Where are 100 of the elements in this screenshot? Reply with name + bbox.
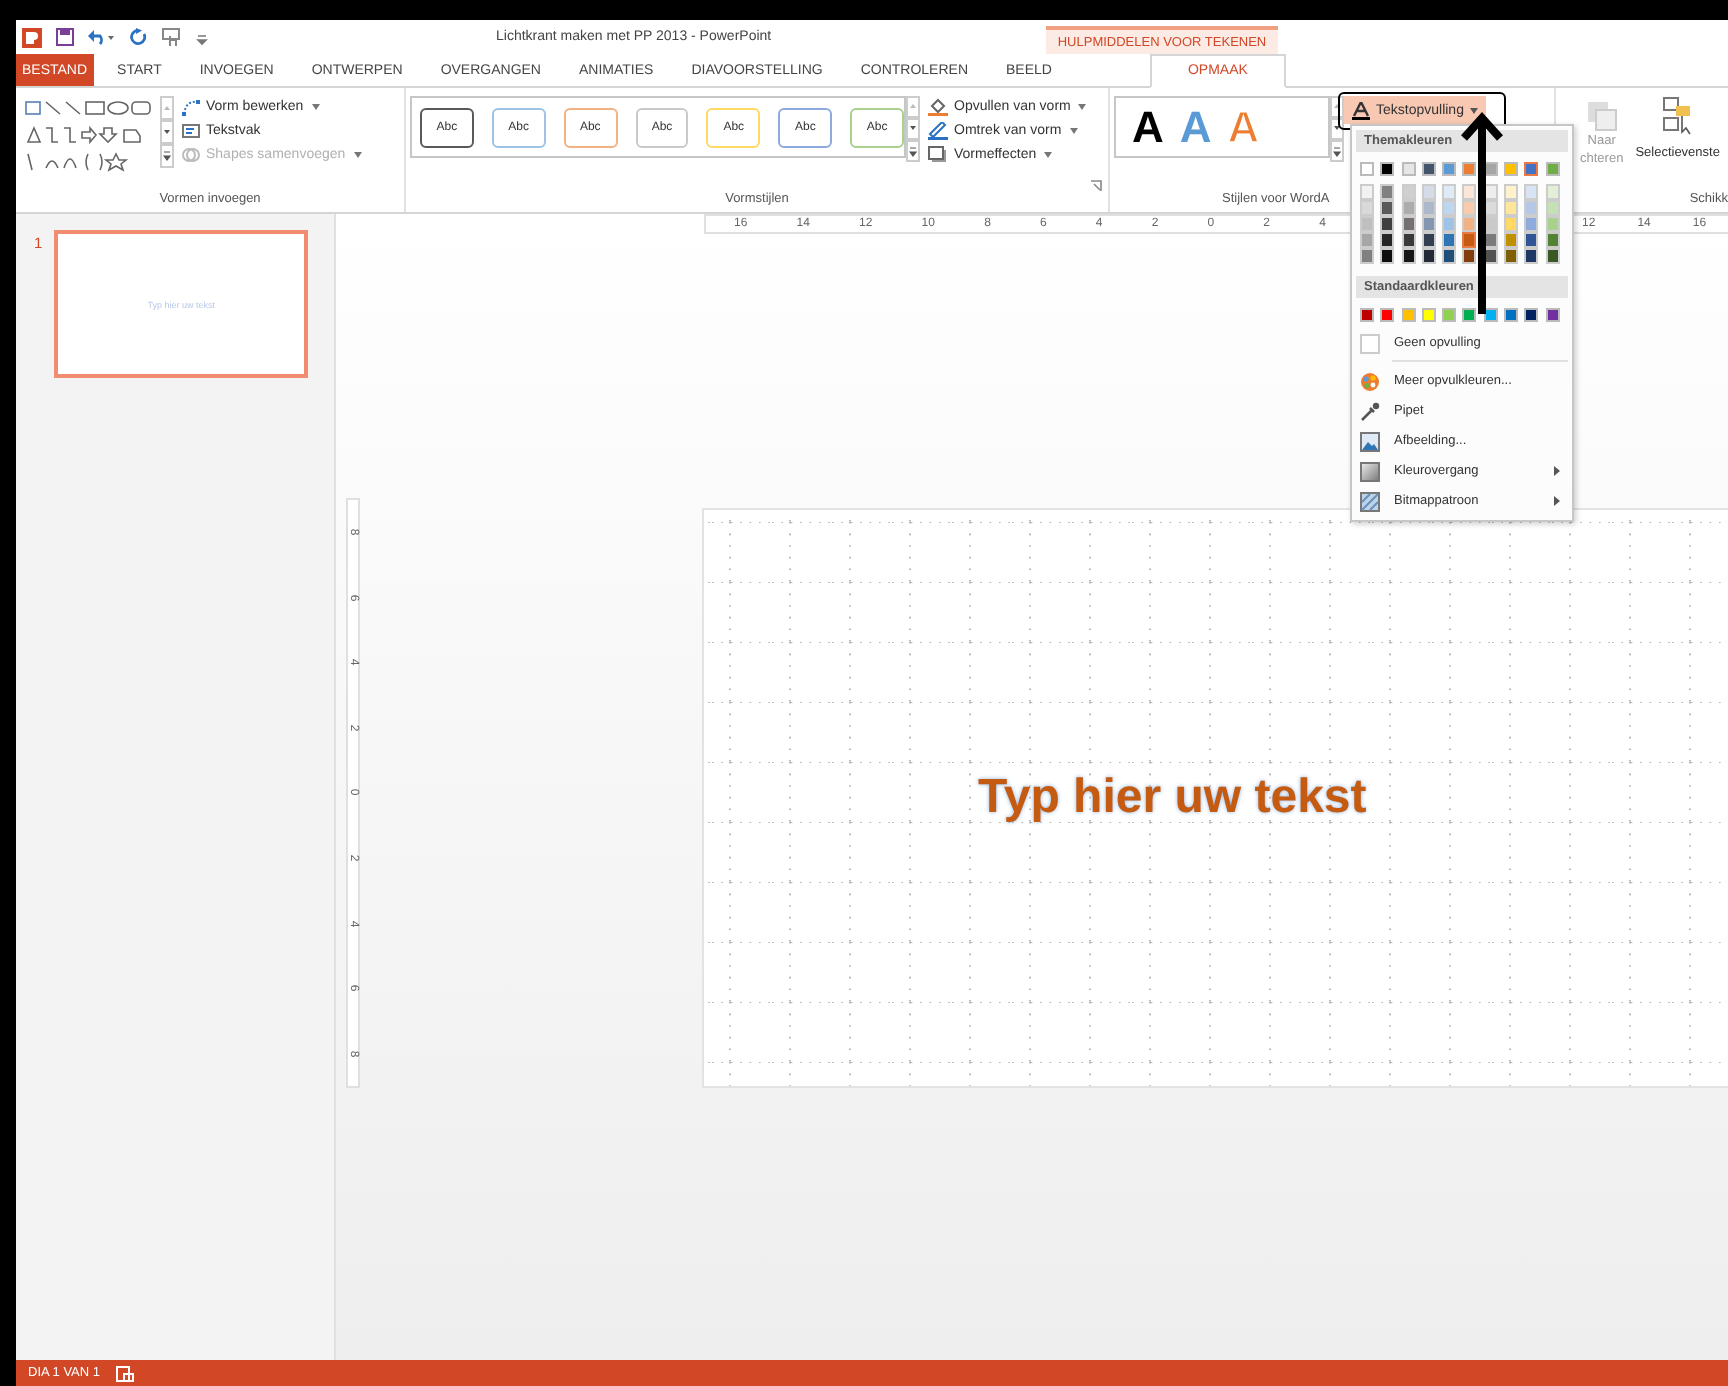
color-swatch[interactable]: [1462, 308, 1477, 322]
color-swatch[interactable]: [1360, 216, 1374, 232]
expand-gallery-icon[interactable]: [1330, 140, 1344, 162]
color-swatch[interactable]: [1380, 216, 1395, 232]
color-swatch[interactable]: [1380, 232, 1395, 248]
caret-icon: [1469, 107, 1478, 113]
submenu-arrow-icon: [1554, 496, 1560, 506]
color-swatch[interactable]: [1504, 308, 1519, 322]
color-swatch[interactable]: [1442, 232, 1457, 248]
touch-mode-icon[interactable]: [162, 27, 182, 47]
color-swatch[interactable]: [1504, 232, 1519, 248]
color-swatch[interactable]: [1504, 184, 1519, 200]
color-swatch[interactable]: [1401, 216, 1416, 232]
color-swatch[interactable]: [1360, 162, 1374, 176]
color-swatch[interactable]: [1401, 200, 1416, 216]
color-swatch[interactable]: [1545, 162, 1560, 176]
color-swatch[interactable]: [1524, 162, 1539, 176]
paint-bucket-icon: [928, 98, 948, 116]
color-swatch[interactable]: [1442, 248, 1457, 264]
color-swatch[interactable]: [1401, 184, 1416, 200]
eyedropper-icon: [1360, 401, 1380, 421]
wordart-style[interactable]: A: [1132, 103, 1164, 151]
redo-icon[interactable]: [130, 28, 148, 46]
color-swatch[interactable]: [1545, 308, 1560, 322]
color-swatch[interactable]: [1421, 308, 1436, 322]
color-swatch[interactable]: [1462, 232, 1477, 248]
caret-icon: [311, 104, 320, 110]
color-swatch[interactable]: [1545, 248, 1560, 264]
color-swatch[interactable]: [1442, 184, 1457, 200]
expand-gallery-icon[interactable]: [906, 140, 920, 162]
color-swatch[interactable]: [1442, 216, 1457, 232]
color-swatch[interactable]: [1421, 232, 1436, 248]
submenu-arrow-icon: [1554, 466, 1560, 476]
color-swatch[interactable]: [1380, 162, 1395, 176]
color-swatch[interactable]: [1442, 200, 1457, 216]
color-swatch[interactable]: [1380, 308, 1395, 322]
color-swatch[interactable]: [1462, 200, 1477, 216]
color-swatch[interactable]: [1401, 308, 1416, 322]
color-swatch[interactable]: [1360, 248, 1374, 264]
color-swatch[interactable]: [1360, 200, 1374, 216]
color-swatch[interactable]: [1545, 200, 1560, 216]
text-fill-icon: [1352, 101, 1370, 119]
caret-icon: [1069, 128, 1078, 134]
color-swatch[interactable]: [1401, 232, 1416, 248]
palette-icon: [1360, 371, 1380, 391]
pen-icon: [928, 122, 948, 140]
color-swatch[interactable]: [1401, 162, 1416, 176]
color-swatch[interactable]: [1462, 248, 1477, 264]
color-swatch[interactable]: [1421, 162, 1436, 176]
color-swatch[interactable]: [1504, 216, 1519, 232]
color-swatch[interactable]: [1462, 162, 1477, 176]
color-swatch[interactable]: [1524, 184, 1539, 200]
color-swatch[interactable]: [1524, 216, 1539, 232]
scroll-down-icon[interactable]: [160, 120, 174, 144]
expand-gallery-icon[interactable]: [160, 144, 174, 168]
color-swatch[interactable]: [1462, 216, 1477, 232]
color-swatch[interactable]: [1504, 200, 1519, 216]
notes-icon[interactable]: [116, 1365, 135, 1381]
color-swatch[interactable]: [1442, 308, 1457, 322]
color-swatch[interactable]: [1360, 308, 1374, 322]
color-swatch[interactable]: [1380, 184, 1395, 200]
caret-icon: [1078, 104, 1087, 110]
color-swatch[interactable]: [1504, 248, 1519, 264]
color-swatch[interactable]: [1421, 200, 1436, 216]
text-box-icon: [182, 122, 200, 140]
color-swatch[interactable]: [1524, 308, 1539, 322]
color-swatch[interactable]: [1360, 184, 1374, 200]
color-swatch[interactable]: [1545, 184, 1560, 200]
picture-icon: [1360, 431, 1380, 451]
color-swatch[interactable]: [1421, 248, 1436, 264]
app-logo-icon: [22, 27, 42, 47]
customize-icon[interactable]: [196, 29, 208, 45]
color-swatch[interactable]: [1401, 248, 1416, 264]
merge-shapes-icon: [182, 146, 200, 164]
undo-icon[interactable]: [88, 28, 116, 46]
caret-icon: [1044, 152, 1053, 158]
color-swatch[interactable]: [1504, 162, 1519, 176]
color-swatch[interactable]: [1462, 184, 1477, 200]
slide-title-text[interactable]: Typ hier uw tekst: [978, 770, 1367, 826]
empty-swatch-icon: [1360, 333, 1380, 353]
color-swatch[interactable]: [1524, 232, 1539, 248]
caret-icon: [353, 152, 362, 158]
color-swatch[interactable]: [1380, 200, 1395, 216]
color-swatch[interactable]: [1524, 200, 1539, 216]
selection-pane-icon: [1661, 96, 1694, 136]
color-swatch[interactable]: [1380, 248, 1395, 264]
edit-points-icon: [182, 98, 200, 116]
gradient-icon: [1360, 461, 1380, 481]
color-swatch[interactable]: [1545, 232, 1560, 248]
scroll-down-icon[interactable]: [1330, 118, 1344, 140]
color-swatch[interactable]: [1421, 216, 1436, 232]
save-icon[interactable]: [56, 28, 74, 46]
shape-effects-icon: [928, 146, 948, 164]
color-swatch[interactable]: [1442, 162, 1457, 176]
color-swatch[interactable]: [1545, 216, 1560, 232]
dialog-launcher-icon[interactable]: [1090, 180, 1102, 192]
scroll-down-icon[interactable]: [906, 118, 920, 140]
color-swatch[interactable]: [1421, 184, 1436, 200]
color-swatch[interactable]: [1524, 248, 1539, 264]
color-swatch[interactable]: [1360, 232, 1374, 248]
